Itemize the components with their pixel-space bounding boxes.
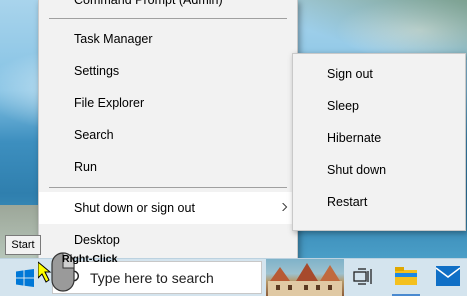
- task-view-icon: [353, 268, 372, 285]
- chevron-right-icon: [282, 203, 288, 211]
- submenu-item-hibernate[interactable]: Hibernate: [293, 122, 465, 154]
- mail-taskbar-button[interactable]: [430, 259, 466, 296]
- search-placeholder: Type here to search: [90, 270, 214, 286]
- submenu-item-sign-out[interactable]: Sign out: [293, 58, 465, 90]
- file-explorer-taskbar-button[interactable]: [388, 259, 424, 296]
- menu-item-search[interactable]: Search: [39, 119, 297, 151]
- menu-item-command-prompt-admin[interactable]: Command Prompt (Admin): [39, 0, 297, 16]
- right-click-label: Right-Click: [62, 253, 118, 265]
- menu-item-task-manager[interactable]: Task Manager: [39, 23, 297, 55]
- task-view-button[interactable]: [345, 259, 381, 296]
- submenu-item-label: Shut down: [327, 163, 387, 177]
- file-explorer-icon: [395, 267, 417, 285]
- windows-logo-icon: [16, 269, 34, 287]
- submenu-item-shut-down[interactable]: Shut down: [293, 154, 465, 186]
- menu-separator: [49, 187, 287, 188]
- shutdown-submenu: Sign out Sleep Hibernate Shut down Resta…: [292, 53, 466, 231]
- menu-item-settings[interactable]: Settings: [39, 55, 297, 87]
- menu-item-label: Command Prompt (Admin): [74, 0, 223, 7]
- submenu-item-label: Sleep: [327, 99, 359, 113]
- menu-item-run[interactable]: Run: [39, 151, 297, 183]
- submenu-item-restart[interactable]: Restart: [293, 186, 465, 218]
- wallpaper-thumbnail-image: [266, 259, 344, 296]
- submenu-item-label: Hibernate: [327, 131, 382, 145]
- winx-context-menu: Command Prompt (Admin) Task Manager Sett…: [38, 0, 298, 263]
- menu-item-label: Run: [74, 160, 97, 174]
- menu-item-shut-down-or-sign-out[interactable]: Shut down or sign out: [39, 192, 297, 224]
- menu-item-label: File Explorer: [74, 96, 145, 110]
- menu-item-label: Task Manager: [74, 32, 153, 46]
- menu-item-label: Settings: [74, 64, 120, 78]
- menu-item-file-explorer[interactable]: File Explorer: [39, 87, 297, 119]
- mail-icon: [436, 266, 460, 286]
- submenu-item-label: Restart: [327, 195, 368, 209]
- submenu-item-label: Sign out: [327, 67, 373, 81]
- menu-separator: [49, 18, 287, 19]
- menu-item-label: Search: [74, 128, 114, 142]
- menu-item-label: Shut down or sign out: [74, 201, 195, 215]
- wallpaper-foliage: [287, 0, 467, 60]
- start-tooltip: Start: [5, 235, 41, 255]
- submenu-item-sleep[interactable]: Sleep: [293, 90, 465, 122]
